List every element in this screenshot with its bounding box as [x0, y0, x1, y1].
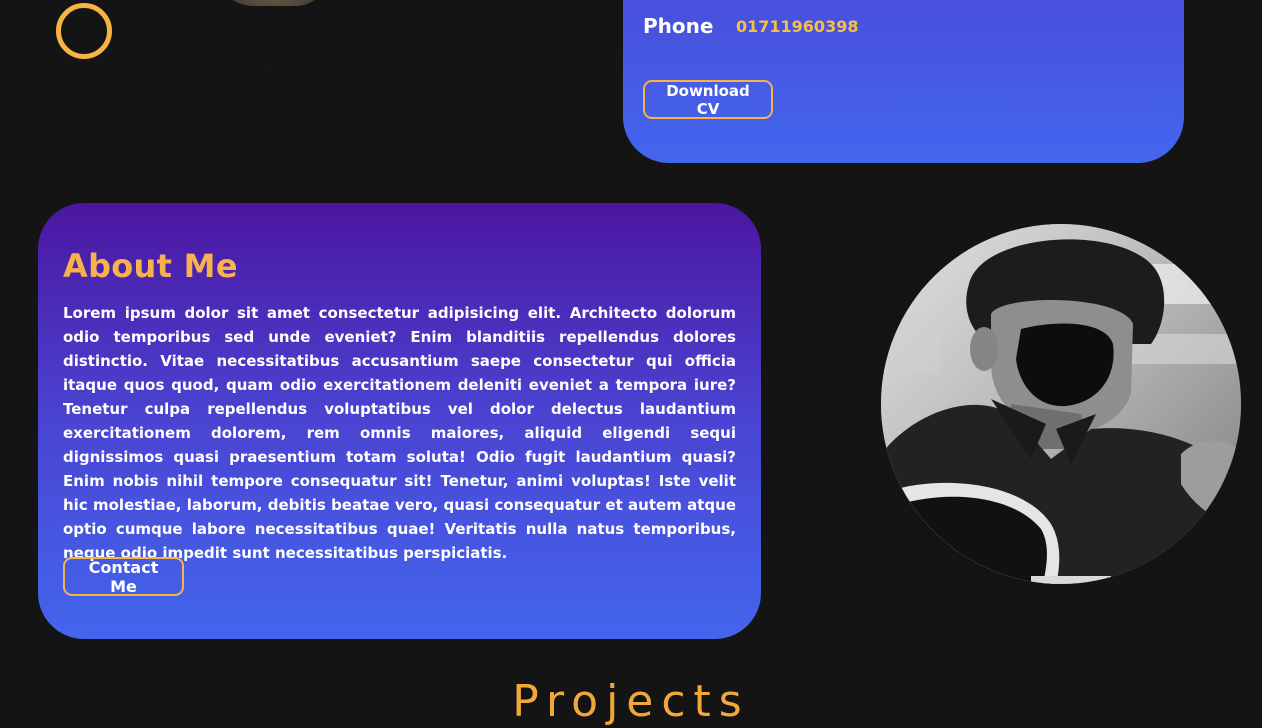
profile-photo-illustration [881, 224, 1241, 584]
phone-label: Phone [643, 14, 714, 38]
about-description: Lorem ipsum dolor sit amet consectetur a… [63, 304, 736, 562]
decorative-dot [270, 65, 271, 66]
decorative-ring-icon [56, 3, 112, 59]
profile-photo [881, 224, 1241, 584]
phone-value: 01711960398 [736, 16, 859, 36]
phone-row: Phone 01711960398 [643, 14, 858, 38]
contact-me-button[interactable]: Contact Me [63, 557, 184, 596]
download-cv-button[interactable]: Download CV [643, 80, 773, 119]
about-me-card: About Me Lorem ipsum dolor sit amet cons… [38, 203, 761, 639]
projects-heading: Projects [512, 676, 750, 727]
contact-info-card: Phone 01711960398 Download CV [623, 0, 1184, 163]
about-title: About Me [63, 247, 238, 285]
top-profile-photo-edge [214, 0, 334, 6]
